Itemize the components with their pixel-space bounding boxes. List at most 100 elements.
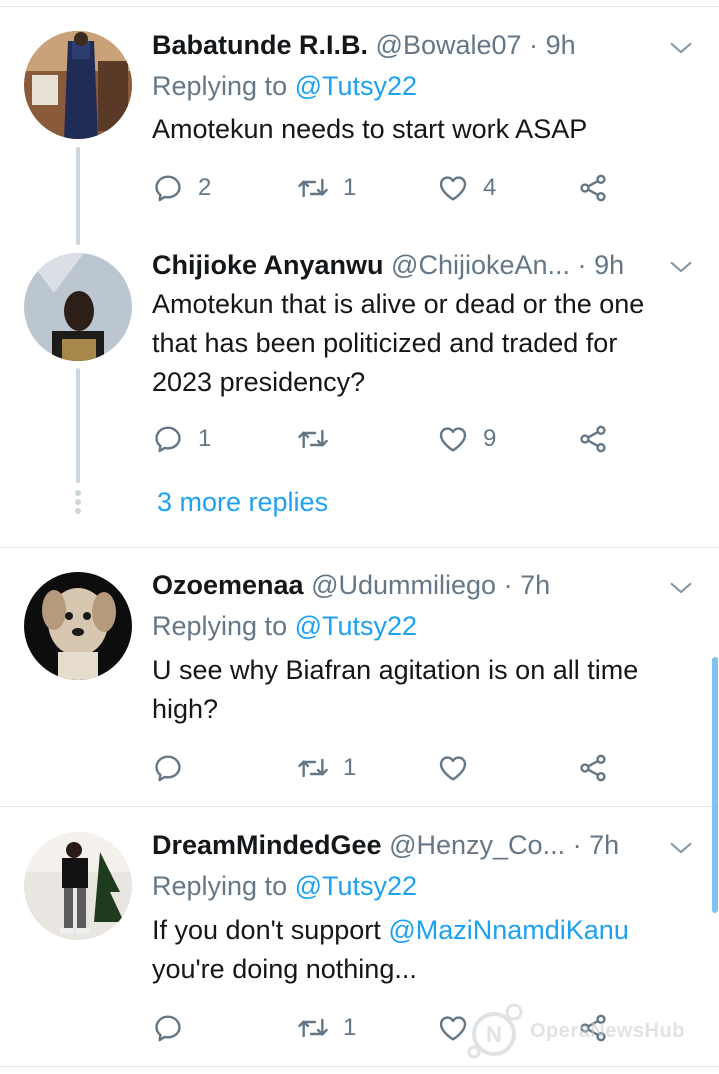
tweet-header: Babatunde R.I.B. @Bowale07 · 9h	[152, 27, 576, 63]
mention-link[interactable]: @Tutsy22	[295, 71, 417, 101]
retweet-count: 1	[343, 174, 357, 201]
avatar[interactable]	[24, 31, 132, 139]
tweet-text-line: you're doing nothing...	[152, 954, 417, 984]
retweet-button[interactable]	[297, 419, 343, 459]
username[interactable]: @Udummiliego	[311, 570, 496, 600]
share-button[interactable]	[577, 748, 609, 788]
share-icon	[577, 423, 609, 455]
username[interactable]: @Bowale07	[376, 30, 522, 60]
separator: ·	[503, 570, 513, 600]
tweet-header: DreamMindedGee @Henzy_Co... · 7h	[152, 827, 619, 863]
tweet-text-line: that has been politicized and traded for	[152, 328, 618, 358]
chevron-down-icon[interactable]	[667, 34, 695, 62]
tweet-text-line: 2023 presidency?	[152, 367, 366, 397]
tweet-text: Amotekun needs to start work ASAP	[152, 114, 588, 144]
thread-line	[76, 147, 80, 245]
retweet-button[interactable]: 1	[297, 1008, 356, 1048]
divider	[0, 1066, 719, 1067]
reply-count: 1	[198, 425, 212, 452]
scrollbar[interactable]	[712, 657, 718, 913]
like-button[interactable]	[437, 748, 483, 788]
avatar[interactable]	[24, 253, 132, 361]
mention-link[interactable]: @Tutsy22	[295, 611, 417, 641]
top-divider	[0, 6, 719, 7]
reply-icon	[152, 423, 184, 455]
tweet-text-segment: If you don't support	[152, 915, 381, 945]
tweet-actions: 1 9	[152, 419, 622, 459]
tweet-text-line: high?	[152, 694, 219, 724]
replying-to: Replying to @Tutsy22	[152, 608, 417, 644]
tweet-header: Chijioke Anyanwu @ChijiokeAn... · 9h	[152, 247, 624, 283]
retweet-button[interactable]: 1	[297, 168, 356, 208]
reply-count: 2	[198, 174, 212, 201]
separator: ·	[577, 250, 587, 280]
more-replies-link[interactable]: 3 more replies	[157, 484, 328, 520]
tweet-text: U see why Biafran agitation is on all ti…	[152, 651, 702, 729]
replying-to-label: Replying to	[152, 611, 288, 641]
username[interactable]: @Henzy_Co...	[389, 830, 565, 860]
chevron-down-icon[interactable]	[667, 574, 695, 602]
chevron-down-icon[interactable]	[667, 834, 695, 862]
heart-icon	[437, 752, 469, 784]
timestamp[interactable]: 9h	[546, 30, 576, 60]
avatar[interactable]	[24, 832, 132, 940]
tweet-actions: 2 1 4	[152, 168, 622, 208]
like-count: 4	[483, 174, 497, 201]
reply-button[interactable]	[152, 748, 198, 788]
display-name[interactable]: Ozoemenaa	[152, 570, 304, 600]
heart-icon	[437, 172, 469, 204]
reply-icon	[152, 172, 184, 204]
tweet-text-line: U see why Biafran agitation is on all ti…	[152, 655, 639, 685]
retweet-icon	[297, 752, 329, 784]
avatar[interactable]	[24, 572, 132, 680]
tweet-text: Amotekun that is alive or dead or the on…	[152, 285, 702, 402]
separator: ·	[572, 830, 582, 860]
thread-more-dots	[75, 490, 81, 517]
share-button[interactable]	[577, 419, 609, 459]
replying-to: Replying to @Tutsy22	[152, 868, 417, 904]
divider	[0, 547, 719, 548]
like-button[interactable]: 9	[437, 419, 496, 459]
retweet-count: 1	[343, 754, 357, 781]
reply-icon	[152, 1012, 184, 1044]
replying-to-label: Replying to	[152, 871, 288, 901]
mention-link[interactable]: @Tutsy22	[295, 871, 417, 901]
reply-button[interactable]: 2	[152, 168, 211, 208]
like-button[interactable]: 4	[437, 168, 496, 208]
share-icon	[577, 752, 609, 784]
thread-line	[76, 368, 80, 483]
reply-icon	[152, 752, 184, 784]
divider	[0, 806, 719, 807]
timestamp[interactable]: 7h	[520, 570, 550, 600]
share-button[interactable]	[577, 168, 609, 208]
opera-news-logo-icon: N	[467, 1003, 523, 1059]
timestamp[interactable]: 7h	[589, 830, 619, 860]
retweet-count: 1	[343, 1014, 357, 1041]
retweet-icon	[297, 1012, 329, 1044]
display-name[interactable]: Babatunde R.I.B.	[152, 30, 368, 60]
tweet-text-line: If you don't support @MaziNnamdiKanu	[152, 911, 702, 950]
tweet-text-line: Amotekun that is alive or dead or the on…	[152, 289, 645, 319]
retweet-button[interactable]: 1	[297, 748, 356, 788]
display-name[interactable]: DreamMindedGee	[152, 830, 382, 860]
mention-link[interactable]: @MaziNnamdiKanu	[388, 915, 629, 945]
svg-text:N: N	[486, 1022, 502, 1047]
separator: ·	[529, 30, 539, 60]
tweet-text: If you don't support @MaziNnamdiKanu you…	[152, 911, 702, 989]
tweet-actions: 1	[152, 748, 622, 788]
reply-button[interactable]: 1	[152, 419, 211, 459]
reply-button[interactable]	[152, 1008, 198, 1048]
watermark-text: OperaNewsHub	[530, 1020, 685, 1042]
tweet-header: Ozoemenaa @Udummiliego · 7h	[152, 567, 550, 603]
retweet-icon	[297, 423, 329, 455]
replying-to-label: Replying to	[152, 71, 288, 101]
like-count: 9	[483, 425, 497, 452]
display-name[interactable]: Chijioke Anyanwu	[152, 250, 384, 280]
chevron-down-icon[interactable]	[667, 253, 695, 281]
heart-icon	[437, 423, 469, 455]
timestamp[interactable]: 9h	[594, 250, 624, 280]
share-icon	[577, 172, 609, 204]
retweet-icon	[297, 172, 329, 204]
replying-to: Replying to @Tutsy22	[152, 68, 417, 104]
username[interactable]: @ChijiokeAn...	[391, 250, 570, 280]
